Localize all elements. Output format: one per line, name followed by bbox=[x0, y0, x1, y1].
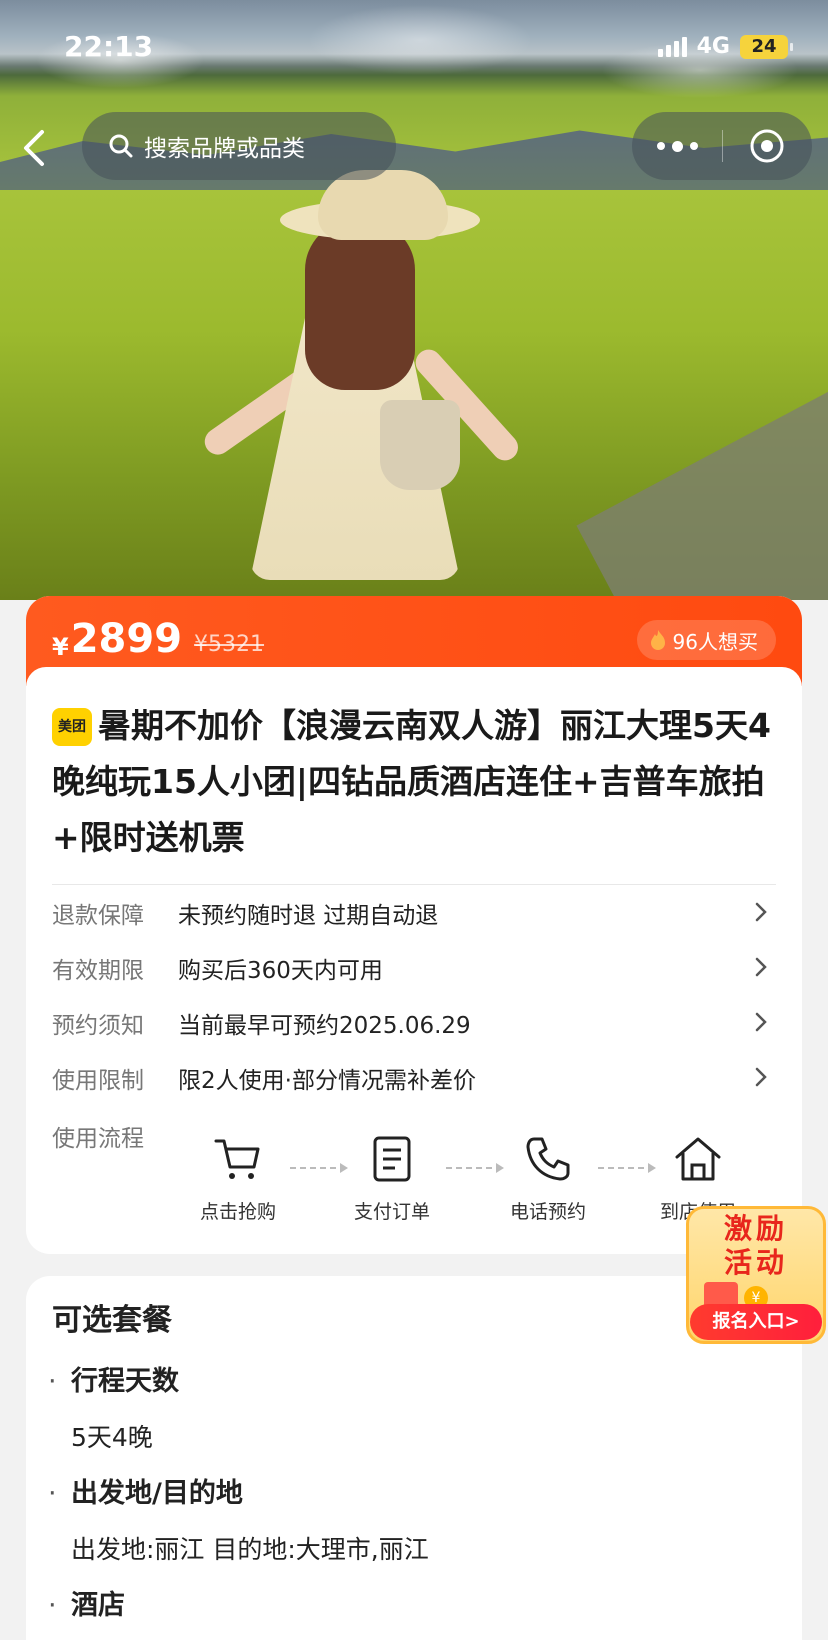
chevron-right-icon bbox=[755, 902, 767, 922]
network-type: 4G bbox=[696, 34, 730, 59]
currency-symbol: ¥ bbox=[52, 633, 69, 661]
cart-icon bbox=[214, 1139, 260, 1179]
package-heading-days: 行程天数 bbox=[48, 1360, 776, 1404]
info-row-restriction[interactable]: 使用限制 限2人使用·部分情况需补差价 bbox=[52, 1050, 776, 1105]
fire-icon bbox=[650, 630, 665, 650]
field-ridge bbox=[576, 337, 828, 600]
package-heading-route: 出发地/目的地 bbox=[48, 1472, 776, 1516]
info-value: 限2人使用·部分情况需补差价 bbox=[178, 1067, 476, 1094]
promo-line1: 激励 bbox=[723, 1212, 788, 1245]
back-button[interactable] bbox=[20, 120, 64, 176]
brand-badge: 美团 bbox=[52, 708, 92, 746]
battery-icon: 24 bbox=[740, 34, 793, 59]
chevron-left-icon bbox=[24, 130, 44, 166]
search-placeholder: 搜索品牌或品类 bbox=[144, 136, 305, 162]
info-value: 未预约随时退 过期自动退 bbox=[178, 902, 439, 929]
package-title: 可选套餐 bbox=[52, 1303, 172, 1338]
close-miniapp-button[interactable] bbox=[723, 127, 811, 165]
info-label: 有效期限 bbox=[52, 957, 144, 984]
info-list: 退款保障 未预约随时退 过期自动退 有效期限 购买后360天内可用 预约须知 当… bbox=[26, 885, 802, 1225]
search-input[interactable]: 搜索品牌或品类 bbox=[82, 112, 396, 180]
chevron-right-icon bbox=[755, 1012, 767, 1032]
info-row-refund[interactable]: 退款保障 未预约随时退 过期自动退 bbox=[52, 885, 776, 940]
package-heading-hotel: 酒店 bbox=[48, 1584, 776, 1628]
phone-icon bbox=[526, 1137, 570, 1181]
info-value: 购买后360天内可用 bbox=[178, 957, 383, 984]
order-icon bbox=[373, 1136, 411, 1182]
want-count-badge: 96人想买 bbox=[636, 620, 776, 660]
chevron-right-icon bbox=[755, 1067, 767, 1087]
woman-in-field bbox=[180, 150, 560, 580]
signal-icon bbox=[657, 36, 687, 57]
price-bar: ¥ 2899 ¥5321 96人想买 bbox=[26, 596, 802, 687]
usage-flow: 使用流程 点击抢购 支付订单 电话预约 到店使用 bbox=[52, 1105, 776, 1225]
info-label: 使用限制 bbox=[52, 1067, 144, 1094]
info-row-booking[interactable]: 预约须知 当前最早可预约2025.06.29 bbox=[52, 995, 776, 1050]
want-count: 96人想买 bbox=[672, 629, 758, 654]
hero-image bbox=[0, 0, 828, 600]
more-button[interactable] bbox=[632, 140, 722, 152]
promo-signup-button[interactable]: 报名入口> bbox=[690, 1304, 822, 1340]
package-option-days[interactable]: 5天4晚 bbox=[52, 1418, 776, 1458]
product-title-block: 美团 暑期不加价【浪漫云南双人游】丽江大理5天4晚纯玩15人小团|四钻品质酒店连住… bbox=[26, 686, 802, 866]
flow-step-call: 电话预约 bbox=[488, 1133, 608, 1224]
miniapp-capsule bbox=[632, 112, 812, 180]
search-icon bbox=[109, 134, 133, 158]
info-value: 当前最早可预约2025.06.29 bbox=[178, 1012, 471, 1039]
current-price: 2899 bbox=[70, 616, 183, 662]
target-icon bbox=[750, 129, 784, 163]
product-title: 暑期不加价【浪漫云南双人游】丽江大理5天4晚纯玩15人小团|四钻品质酒店连住+吉… bbox=[52, 706, 771, 857]
promo-line2: 活动 bbox=[723, 1246, 788, 1279]
flow-label: 使用流程 bbox=[52, 1126, 144, 1152]
status-indicators: 4G 24 bbox=[657, 34, 793, 59]
status-time: 22:13 bbox=[64, 30, 154, 63]
package-option-route[interactable]: 出发地:丽江 目的地:大理市,丽江 bbox=[52, 1530, 776, 1570]
flow-step-pay: 支付订单 bbox=[332, 1133, 452, 1224]
incentive-promo-button[interactable]: 激励 活动 ¥ 报名入口> bbox=[686, 1206, 826, 1344]
woven-bag bbox=[380, 400, 460, 490]
info-label: 预约须知 bbox=[52, 1012, 144, 1039]
info-label: 退款保障 bbox=[52, 902, 144, 929]
home-icon bbox=[675, 1137, 721, 1181]
flow-step-buy: 点击抢购 bbox=[178, 1133, 298, 1224]
product-card: ¥ 2899 ¥5321 96人想买 美团 暑期不加价【浪漫云南双人游】丽江大理5… bbox=[26, 596, 802, 1254]
info-row-validity[interactable]: 有效期限 购买后360天内可用 bbox=[52, 940, 776, 995]
chevron-right-icon bbox=[755, 957, 767, 977]
original-price: ¥5321 bbox=[194, 631, 265, 657]
